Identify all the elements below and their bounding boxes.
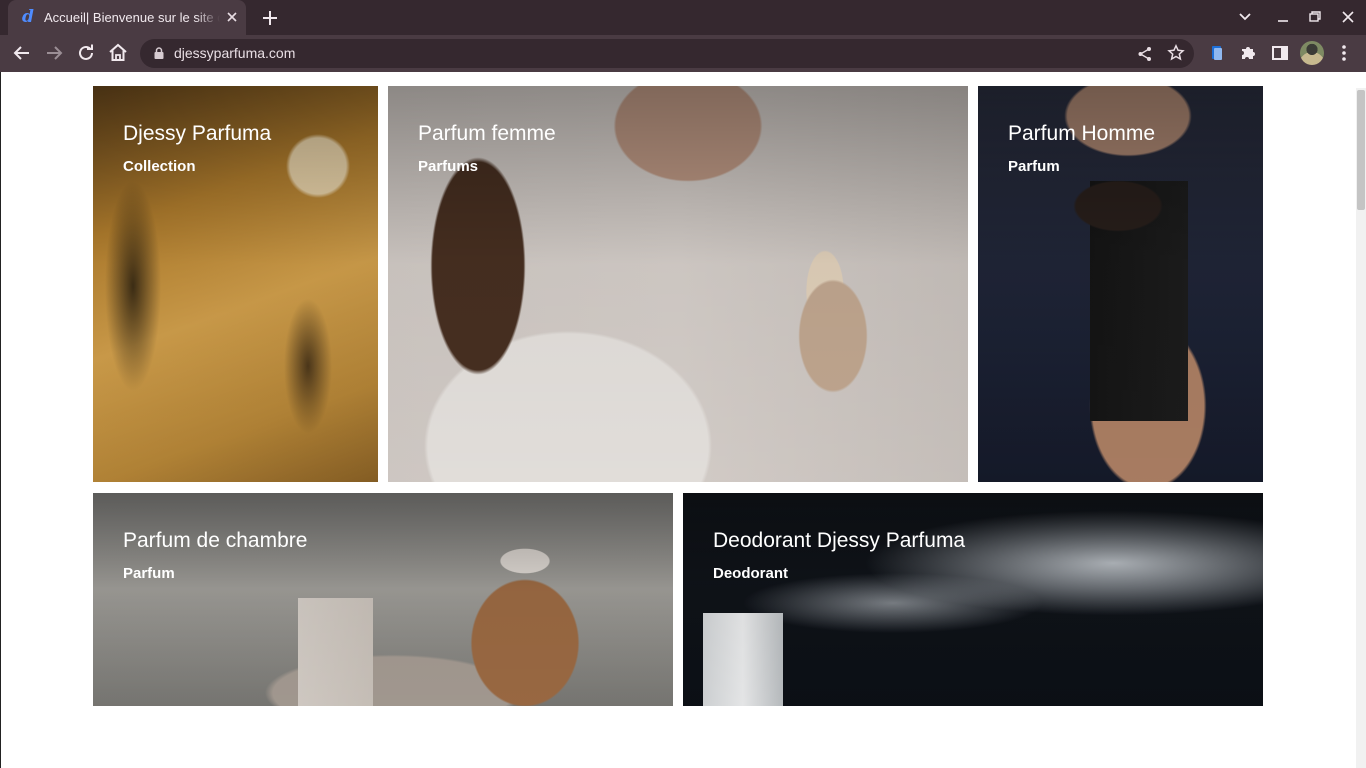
card-subtitle: Parfum <box>123 565 175 582</box>
image-overlay <box>93 493 673 706</box>
card-subtitle: Collection <box>123 158 196 175</box>
extensions-puzzle-icon[interactable] <box>1236 41 1260 65</box>
address-bar[interactable]: djessyparfuma.com <box>140 39 1194 68</box>
extension-clipboard-icon[interactable] <box>1205 41 1229 65</box>
image-overlay <box>683 493 1263 706</box>
reload-icon[interactable] <box>74 41 98 65</box>
bookmark-star-icon[interactable] <box>1167 44 1185 62</box>
side-panel-icon[interactable] <box>1268 41 1292 65</box>
tab-search-chevron-down-icon[interactable] <box>1233 6 1257 28</box>
tab-title: Accueil| Bienvenue sur le site de Djessy… <box>44 10 220 25</box>
category-card-deodorant[interactable]: Deodorant Djessy Parfuma Deodorant <box>683 493 1263 706</box>
card-subtitle: Parfums <box>418 158 479 175</box>
category-card-parfum-homme[interactable]: Parfum Homme Parfum <box>978 86 1263 482</box>
card-title: Deodorant Djessy Parfuma <box>713 529 966 552</box>
lock-icon[interactable] <box>152 46 166 60</box>
category-card-parfum-de-chambre[interactable]: Parfum de chambre Parfum <box>93 493 673 706</box>
browser-toolbar: djessyparfuma.com <box>0 35 1366 72</box>
category-card-parfum-femme[interactable]: Parfum femme Parfums <box>388 86 968 482</box>
browser-menu-kebab-icon[interactable] <box>1332 41 1356 65</box>
category-card-djessy-parfuma[interactable]: Djessy Parfuma Collection <box>93 86 378 482</box>
url-text[interactable]: djessyparfuma.com <box>174 45 295 62</box>
scrollbar-thumb[interactable] <box>1357 90 1365 210</box>
card-subtitle: Deodorant <box>713 565 788 582</box>
card-title: Parfum de chambre <box>123 529 308 552</box>
restore-window-icon[interactable] <box>1303 6 1327 28</box>
forward-arrow-icon[interactable] <box>42 41 66 65</box>
new-tab-icon[interactable] <box>259 7 281 29</box>
site-favicon-icon: d <box>22 7 34 27</box>
card-title: Djessy Parfuma <box>123 122 272 145</box>
card-title: Parfum Homme <box>1008 122 1156 145</box>
profile-avatar[interactable] <box>1300 41 1324 65</box>
tab-close-icon[interactable] <box>224 9 240 25</box>
card-subtitle: Parfum <box>1008 158 1060 175</box>
page-viewport: Djessy Parfuma Collection Parfum femme P… <box>0 72 1366 768</box>
share-icon[interactable] <box>1136 45 1154 63</box>
back-arrow-icon[interactable] <box>10 41 34 65</box>
browser-tab-strip: d Accueil| Bienvenue sur le site de Djes… <box>0 0 1366 35</box>
home-icon[interactable] <box>106 41 130 65</box>
card-title: Parfum femme <box>418 122 556 145</box>
minimize-window-icon[interactable] <box>1271 6 1295 28</box>
close-window-icon[interactable] <box>1336 6 1360 28</box>
browser-tab-active[interactable]: d Accueil| Bienvenue sur le site de Djes… <box>8 0 246 35</box>
